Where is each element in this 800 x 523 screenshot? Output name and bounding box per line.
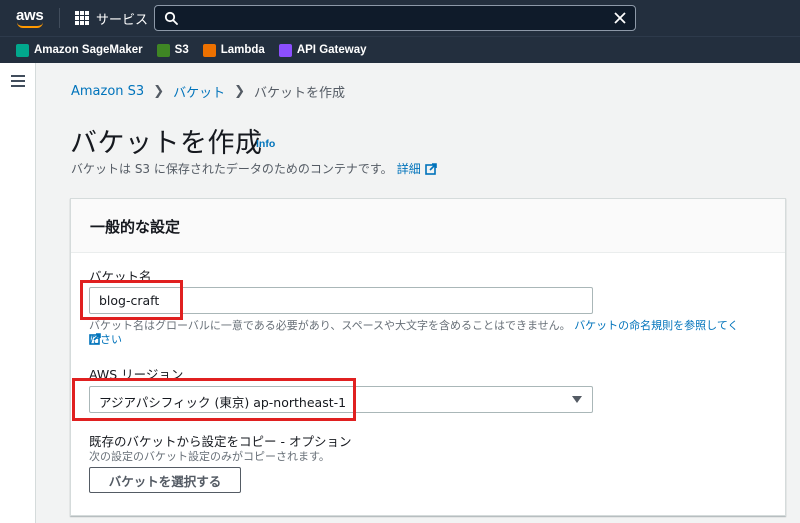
lambda-icon (202, 43, 216, 57)
bucket-name-label: バケット名 (89, 269, 152, 284)
api-gateway-icon (278, 43, 292, 57)
breadcrumb: Amazon S3 ❯ バケット ❯ バケットを作成 (71, 82, 345, 101)
caret-down-icon (572, 396, 582, 403)
external-link-icon[interactable] (89, 333, 101, 345)
region-select[interactable]: アジアパシフィック (東京) ap-northeast-1 (89, 386, 593, 413)
bucket-name-hint-text: バケット名はグローバルに一意である必要があり、スペースや大文字を含めることはでき… (89, 319, 571, 332)
nav-divider (59, 8, 60, 28)
favorites-bar: Amazon SageMaker S3 Lambda API Gateway (0, 36, 800, 63)
favorite-label: Lambda (220, 44, 265, 56)
chevron-right-icon: ❯ (234, 84, 246, 99)
search-input[interactable] (154, 5, 636, 31)
search-icon (164, 11, 178, 25)
info-link[interactable]: Info (256, 138, 275, 150)
favorite-sagemaker[interactable]: Amazon SageMaker (16, 43, 143, 57)
bucket-name-input[interactable]: blog-craft (89, 287, 593, 314)
aws-smile-icon (17, 22, 43, 28)
chevron-right-icon: ❯ (153, 84, 165, 99)
favorite-api-gateway[interactable]: API Gateway (278, 43, 367, 57)
favorite-s3[interactable]: S3 (156, 43, 189, 57)
favorite-lambda[interactable]: Lambda (202, 43, 265, 57)
menu-icon[interactable] (11, 75, 25, 87)
aws-logo[interactable]: aws (14, 5, 48, 31)
favorite-label: Amazon SageMaker (34, 44, 143, 56)
external-link-icon[interactable] (424, 162, 437, 175)
breadcrumb-buckets[interactable]: バケット (173, 82, 225, 101)
side-navigation-rail (0, 63, 36, 523)
page-title: バケットを作成 (70, 128, 263, 159)
s3-icon (156, 43, 170, 57)
services-menu-button[interactable]: サービス (75, 9, 149, 28)
detail-link[interactable]: 詳細 (397, 160, 421, 177)
region-select-value: アジアパシフィック (東京) ap-northeast-1 (99, 395, 347, 410)
close-icon[interactable] (613, 11, 627, 25)
services-label: サービス (96, 12, 149, 28)
page-description: バケットは S3 に保存されたデータのためのコンテナです。 詳細 (71, 160, 437, 177)
copy-settings-description: 次の設定のバケット設定のみがコピーされます。 (89, 450, 330, 463)
sagemaker-icon (16, 43, 29, 57)
page-description-text: バケットは S3 に保存されたデータのためのコンテナです。 (71, 162, 393, 176)
region-label: AWS リージョン (89, 367, 184, 382)
top-navigation: aws サービス (0, 0, 800, 36)
favorite-label: API Gateway (296, 44, 367, 56)
bucket-name-hint: バケット名はグローバルに一意である必要があり、スペースや大文字を含めることはでき… (89, 319, 749, 347)
breadcrumb-current: バケットを作成 (254, 86, 346, 101)
breadcrumb-amazon-s3[interactable]: Amazon S3 (71, 84, 144, 99)
favorite-label: S3 (174, 44, 189, 56)
panel-header: 一般的な設定 (71, 199, 785, 253)
grid-icon (75, 11, 89, 25)
choose-bucket-button[interactable]: バケットを選択する (89, 467, 241, 493)
